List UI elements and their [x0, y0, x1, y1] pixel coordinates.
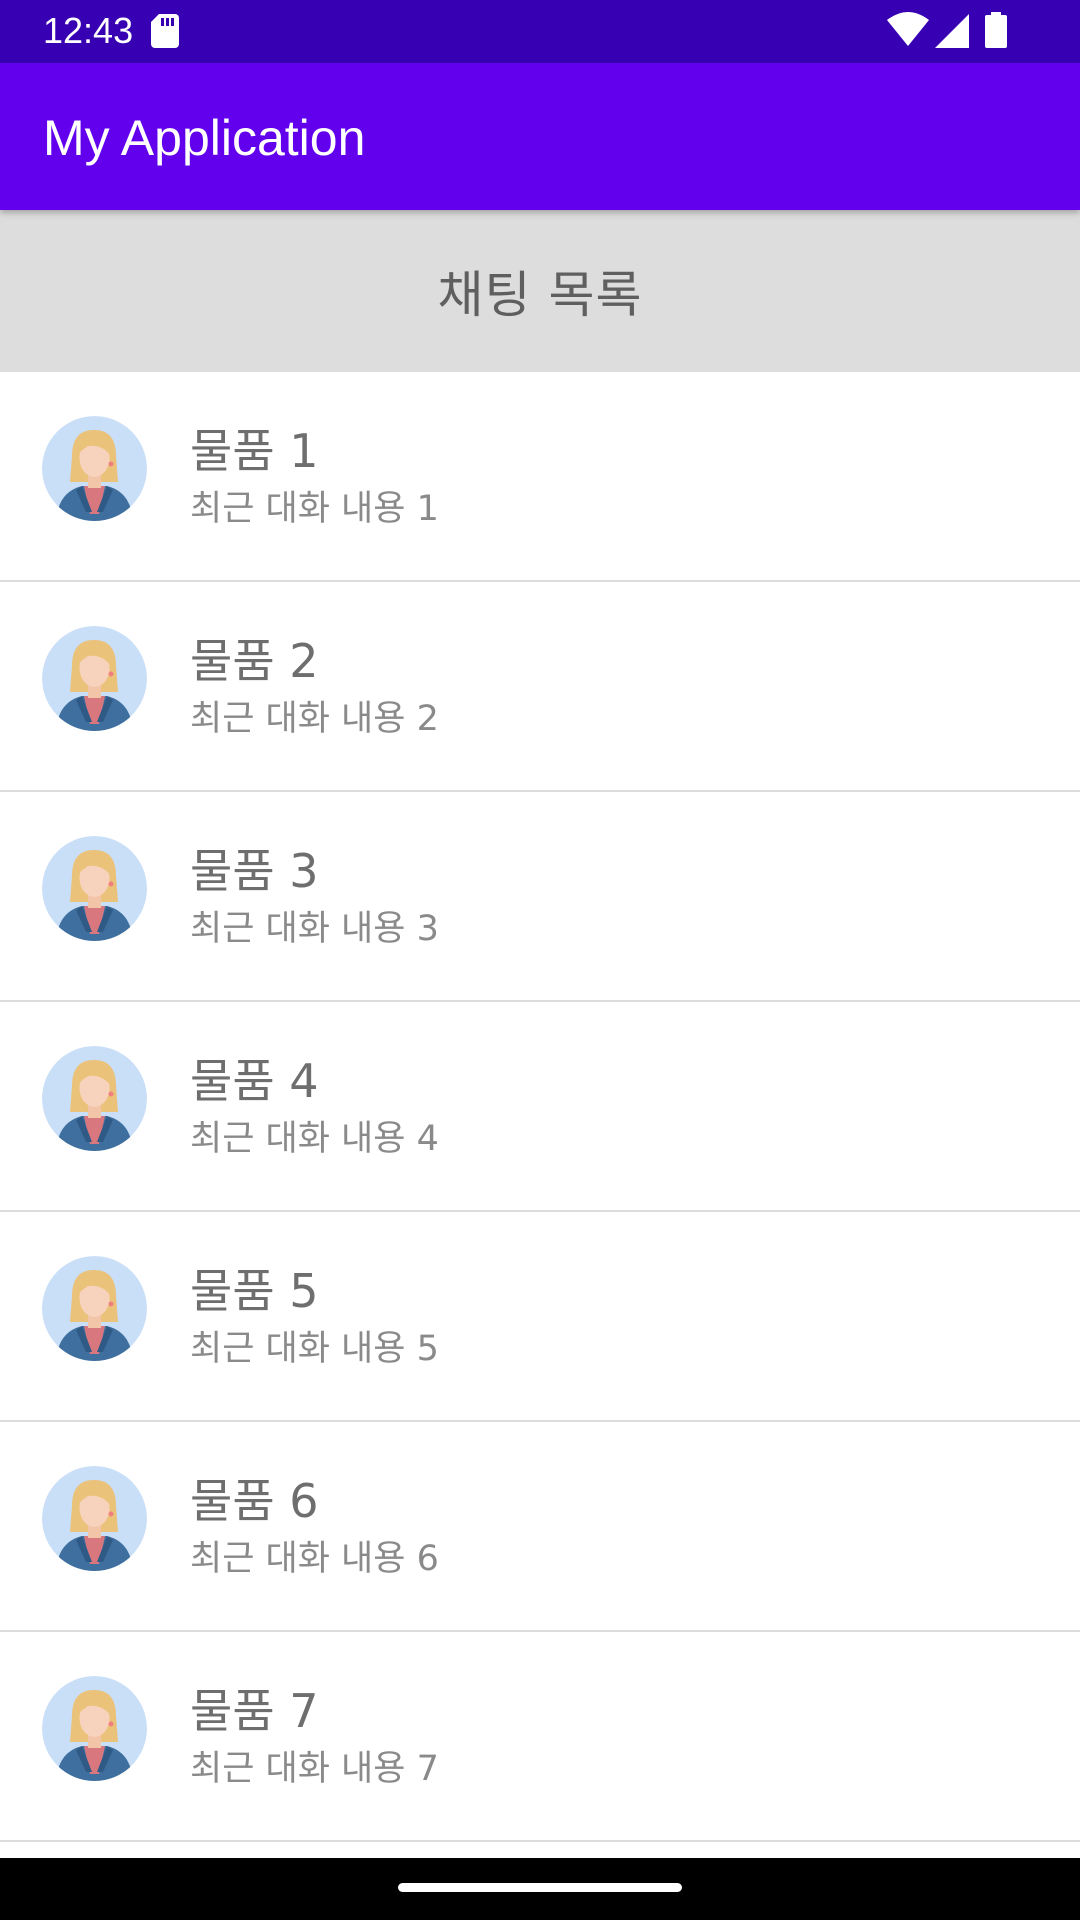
chat-item-message: 최근 대화 내용 3 — [190, 909, 439, 949]
chat-list-item[interactable]: 물품 7 최근 대화 내용 7 — [0, 1632, 1080, 1842]
screen: 12:43 My Application 채팅 목록 물품 1 최근 대화 내용… — [0, 0, 1080, 1920]
chat-item-name: 물품 6 — [190, 1474, 319, 1528]
section-title: 채팅 목록 — [437, 266, 643, 324]
chat-list-item[interactable]: 물품 5 최근 대화 내용 5 — [0, 1212, 1080, 1422]
chat-item-message: 최근 대화 내용 4 — [190, 1119, 439, 1159]
chat-item-message: 최근 대화 내용 6 — [190, 1539, 439, 1579]
user-avatar-icon — [42, 416, 147, 521]
chat-list-item[interactable]: 물품 6 최근 대화 내용 6 — [0, 1422, 1080, 1632]
chat-item-message: 최근 대화 내용 1 — [190, 489, 439, 529]
navigation-bar — [0, 1858, 1080, 1920]
chat-item-message: 최근 대화 내용 5 — [190, 1329, 439, 1369]
chat-list-item[interactable]: 물품 1 최근 대화 내용 1 — [0, 372, 1080, 582]
user-avatar-icon — [42, 1466, 147, 1571]
status-bar: 12:43 — [0, 0, 1080, 63]
chat-item-name: 물품 1 — [190, 424, 319, 478]
chat-list-item[interactable]: 물품 4 최근 대화 내용 4 — [0, 1002, 1080, 1212]
status-time: 12:43 — [43, 10, 134, 51]
chat-item-name: 물품 4 — [190, 1054, 319, 1108]
user-avatar-icon — [42, 1256, 147, 1361]
battery-icon — [985, 12, 1007, 48]
wifi-icon — [887, 12, 929, 46]
user-avatar-icon — [42, 626, 147, 731]
signal-icon — [935, 14, 969, 48]
chat-item-name: 물품 5 — [190, 1264, 319, 1318]
chat-item-message: 최근 대화 내용 7 — [190, 1749, 439, 1789]
user-avatar-icon — [42, 1046, 147, 1151]
chat-item-name: 물품 2 — [190, 634, 319, 688]
app-title: My Application — [43, 110, 366, 166]
chat-list[interactable]: 물품 1 최근 대화 내용 1 물품 2 최근 대화 내용 2 물품 3 최근 … — [0, 372, 1080, 1858]
user-avatar-icon — [42, 1676, 147, 1781]
chat-item-name: 물품 7 — [190, 1684, 319, 1738]
chat-item-message: 최근 대화 내용 2 — [190, 699, 439, 739]
chat-item-name: 물품 3 — [190, 844, 319, 898]
section-header: 채팅 목록 — [0, 210, 1080, 372]
home-gesture-handle[interactable] — [398, 1883, 682, 1892]
user-avatar-icon — [42, 836, 147, 941]
sd-card-icon — [151, 14, 179, 48]
chat-list-item[interactable]: 물품 2 최근 대화 내용 2 — [0, 582, 1080, 792]
app-bar: My Application — [0, 63, 1080, 210]
chat-list-item[interactable]: 물품 3 최근 대화 내용 3 — [0, 792, 1080, 1002]
